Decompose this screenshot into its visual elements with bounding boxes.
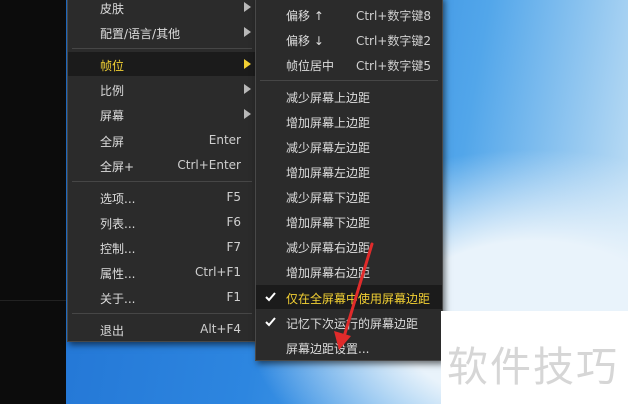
menu-item-shortcut: F6 [226, 215, 241, 229]
menu-item-screen[interactable]: 屏幕 [68, 102, 256, 126]
check-icon [265, 316, 276, 327]
menu-item-shortcut: Ctrl+数字键8 [355, 9, 431, 23]
menu-item-label: 记忆下次运行的屏幕边距 [286, 317, 419, 331]
submenu-item-decrease-left-margin[interactable]: 减少屏幕左边距 [256, 134, 442, 158]
menu-item-shortcut: Ctrl+数字键5 [355, 59, 431, 73]
menu-item-shortcut: Enter [208, 133, 241, 147]
check-icon [265, 291, 276, 302]
menu-separator [72, 48, 252, 49]
submenu-item-offset-down[interactable]: 偏移 ↓ Ctrl+数字键2 [256, 27, 442, 51]
menu-item-shortcut: Ctrl+F1 [195, 265, 241, 279]
menu-item-label: 选项... [100, 192, 136, 206]
submenu-item-fullscreen-only-margins[interactable]: 仅在全屏幕中使用屏幕边距 [256, 285, 442, 309]
menu-item-label: 全屏 [100, 135, 125, 149]
menu-item-shortcut: Alt+F4 [200, 322, 241, 336]
menu-item-label: 减少屏幕下边距 [286, 191, 371, 205]
menu-separator [260, 80, 438, 81]
menu-item-fullscreen[interactable]: 全屏 Enter [68, 128, 256, 152]
submenu-item-remember-margins[interactable]: 记忆下次运行的屏幕边距 [256, 310, 442, 334]
menu-item-label: 帧位 [100, 59, 125, 73]
menu-item-label: 配置/语言/其他 [100, 27, 181, 41]
menu-item-label: 比例 [100, 84, 125, 98]
menu-item-label: 全屏+ [100, 160, 135, 174]
submenu-arrow-icon [244, 59, 251, 69]
menu-item-label: 列表... [100, 217, 136, 231]
menu-item-properties[interactable]: 属性... Ctrl+F1 [68, 260, 256, 284]
menu-item-label: 增加屏幕左边距 [286, 166, 371, 180]
submenu-arrow-icon [244, 2, 251, 12]
menu-item-label: 偏移 ↓ [286, 34, 324, 48]
submenu-item-decrease-right-margin[interactable]: 减少屏幕右边距 [256, 234, 442, 258]
menu-item-ratio[interactable]: 比例 [68, 77, 256, 101]
submenu-arrow-icon [244, 109, 251, 119]
menu-item-shortcut: F1 [226, 290, 241, 304]
menu-item-label: 退出 [100, 324, 125, 338]
menu-item-fullscreen-plus[interactable]: 全屏+ Ctrl+Enter [68, 153, 256, 177]
submenu-item-offset-up[interactable]: 偏移 ↑ Ctrl+数字键8 [256, 2, 442, 26]
menu-item-label: 皮肤 [100, 2, 125, 16]
submenu-item-decrease-top-margin[interactable]: 减少屏幕上边距 [256, 84, 442, 108]
menu-item-config[interactable]: 配置/语言/其他 [68, 20, 256, 44]
menu-item-label: 屏幕边距设置... [286, 342, 370, 356]
submenu-item-increase-top-margin[interactable]: 增加屏幕上边距 [256, 109, 442, 133]
submenu-arrow-icon [244, 84, 251, 94]
submenu-item-increase-bottom-margin[interactable]: 增加屏幕下边距 [256, 209, 442, 233]
watermark: 软件技巧 [441, 311, 628, 404]
submenu-item-increase-right-margin[interactable]: 增加屏幕右边距 [256, 259, 442, 283]
menu-item-exit[interactable]: 退出 Alt+F4 [68, 317, 256, 341]
menu-item-shortcut: Ctrl+数字键2 [355, 34, 431, 48]
menu-item-about[interactable]: 关于... F1 [68, 285, 256, 309]
menu-item-label: 偏移 ↑ [286, 9, 324, 23]
menu-item-label: 控制... [100, 242, 136, 256]
menu-item-frame-position[interactable]: 帧位 [68, 52, 256, 76]
menu-item-shortcut: Ctrl+Enter [177, 158, 241, 172]
submenu-arrow-icon [244, 27, 251, 37]
menu-separator [72, 313, 252, 314]
context-menu: 皮肤 配置/语言/其他 帧位 比例 屏幕 全屏 Enter 全屏+ Ctrl+E… [67, 0, 257, 342]
menu-item-shortcut: F7 [226, 240, 241, 254]
submenu-item-center[interactable]: 帧位居中 Ctrl+数字键5 [256, 52, 442, 76]
submenu-item-decrease-bottom-margin[interactable]: 减少屏幕下边距 [256, 184, 442, 208]
menu-item-label: 减少屏幕右边距 [286, 241, 371, 255]
menu-item-label: 属性... [100, 267, 136, 281]
menu-item-shortcut: F5 [226, 190, 241, 204]
menu-item-label: 帧位居中 [286, 59, 335, 73]
watermark-text: 软件技巧 [447, 343, 619, 391]
menu-item-options[interactable]: 选项... F5 [68, 185, 256, 209]
submenu-item-increase-left-margin[interactable]: 增加屏幕左边距 [256, 159, 442, 183]
menu-item-label: 屏幕 [100, 109, 125, 123]
menu-item-label: 增加屏幕下边距 [286, 216, 371, 230]
menu-item-label: 减少屏幕上边距 [286, 91, 371, 105]
frame-position-submenu: 偏移 ↑ Ctrl+数字键8 偏移 ↓ Ctrl+数字键2 帧位居中 Ctrl+… [255, 0, 443, 361]
submenu-item-margin-settings[interactable]: 屏幕边距设置... [256, 335, 442, 359]
menu-item-label: 仅在全屏幕中使用屏幕边距 [286, 292, 431, 306]
menu-item-list[interactable]: 列表... F6 [68, 210, 256, 234]
menu-item-label: 关于... [100, 292, 136, 306]
menu-item-label: 增加屏幕上边距 [286, 116, 371, 130]
menu-item-control[interactable]: 控制... F7 [68, 235, 256, 259]
menu-item-label: 减少屏幕左边距 [286, 141, 371, 155]
menu-item-label: 增加屏幕右边距 [286, 266, 371, 280]
menu-separator [72, 181, 252, 182]
player-window-edge [0, 0, 66, 404]
menu-item-skin[interactable]: 皮肤 [68, 0, 256, 19]
